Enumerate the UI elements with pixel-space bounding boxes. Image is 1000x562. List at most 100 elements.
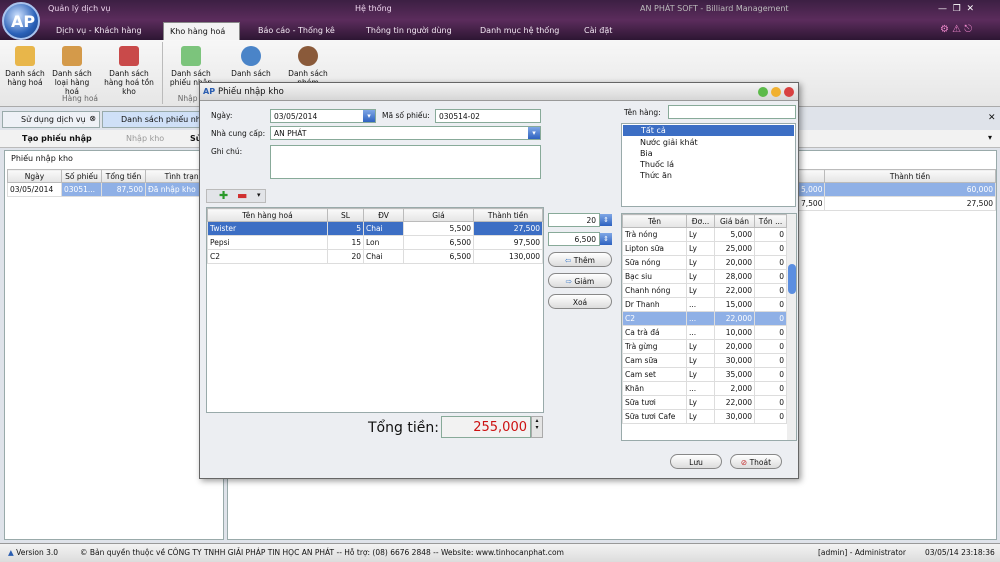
product-row[interactable]: Khăn... 2,000 0 bbox=[622, 381, 787, 396]
qty-spinner-icon[interactable]: ⇕ bbox=[600, 214, 612, 226]
date-dropdown-icon[interactable]: ▾ bbox=[363, 110, 375, 122]
product-row[interactable]: Sữa tươi Cafe Ly 30,000 0 bbox=[622, 409, 787, 424]
col-product[interactable]: Tên hàng hoá bbox=[207, 208, 328, 222]
menu-system[interactable]: Hệ thống bbox=[355, 4, 392, 13]
ribbon-product-type-list[interactable]: Danh sách loại hàng hoá bbox=[47, 44, 97, 96]
col-amount[interactable]: Thành tiền bbox=[824, 169, 996, 183]
product-name-input[interactable] bbox=[668, 105, 796, 119]
table-row[interactable]: C2 20 Chai 6,500 130,000 bbox=[207, 249, 543, 264]
add-button[interactable]: ⇦ Thêm bbox=[548, 252, 612, 267]
total-value: 255,000 bbox=[441, 416, 531, 438]
ribbon-product-list[interactable]: Danh sách hàng hoá bbox=[0, 44, 50, 96]
col-sale-price[interactable]: Giá bán bbox=[714, 214, 755, 228]
app-brand: AN PHÁT SOFT - Billiard Management bbox=[640, 4, 789, 13]
decrease-button[interactable]: ⇨ Giảm bbox=[548, 273, 612, 288]
exit-button[interactable]: ⊘ Thoát bbox=[730, 454, 782, 469]
supplier-select[interactable]: AN PHÁT bbox=[270, 126, 541, 140]
ribbon-stock-list[interactable]: Danh sách hàng hoá tồn kho bbox=[99, 44, 159, 96]
product-list: Tên Đơ... Giá bán Tồn ... Trà nóng Ly 5,000 0 L… bbox=[621, 213, 797, 441]
product-row[interactable]: C2... 22,000 0 bbox=[622, 311, 787, 326]
product-row[interactable]: Ca trà đá... 10,000 0 bbox=[622, 325, 787, 340]
category-item[interactable]: Thuốc lá bbox=[622, 159, 795, 170]
total-spinner-icon[interactable]: ▴ ▾ bbox=[531, 416, 543, 438]
category-item[interactable]: Tất cả bbox=[623, 125, 794, 136]
product-row[interactable]: Cam sữa Ly 30,000 0 bbox=[622, 353, 787, 368]
create-import-button[interactable]: Tạo phiếu nhập bbox=[22, 134, 92, 143]
import-stock-button[interactable]: Nhập kho bbox=[126, 134, 164, 143]
import-list-pane: Phiếu nhập kho Ngày Số phiếu Tổng tiền Tình… bbox=[4, 150, 224, 540]
price-spinner-icon[interactable]: ⇕ bbox=[600, 233, 612, 245]
dialog-titlebar: AP Phiếu nhập kho bbox=[200, 83, 798, 101]
scrollbar-thumb[interactable] bbox=[788, 264, 796, 294]
save-button[interactable]: Lưu bbox=[670, 454, 722, 469]
product-row[interactable]: Dr Thanh... 15,000 0 bbox=[622, 297, 787, 312]
status-bar: ▲ Version 3.0 © Bản quyền thuộc về CÔNG … bbox=[0, 543, 1000, 562]
tab-services[interactable]: Dịch vụ - Khách hàng bbox=[50, 22, 148, 40]
doc-tab-services[interactable]: Sử dụng dịch vụ ⊗ bbox=[2, 111, 100, 128]
dialog-title: Phiếu nhập kho bbox=[218, 87, 284, 97]
dialog-logo-icon: AP bbox=[203, 87, 216, 96]
col-unit[interactable]: ĐV bbox=[363, 208, 404, 222]
product-row[interactable]: Trà nóng Ly 5,000 0 bbox=[622, 227, 787, 242]
tab-categories[interactable]: Danh mục hệ thống bbox=[474, 22, 565, 40]
grid-toolbar: ✚ ▬ ▾ bbox=[206, 189, 266, 203]
product-row[interactable]: Chanh nóng Ly 22,000 0 bbox=[622, 283, 787, 298]
date-field[interactable]: 03/05/2014 bbox=[270, 109, 376, 123]
note-field[interactable] bbox=[270, 145, 541, 179]
product-row[interactable]: Trà gừng Ly 20,000 0 bbox=[622, 339, 787, 354]
tab-user-info[interactable]: Thông tin người dùng bbox=[360, 22, 458, 40]
window-title: Quản lý dịch vụ bbox=[48, 4, 111, 13]
remove-row-icon[interactable]: ▬ bbox=[237, 189, 247, 202]
scrollbar[interactable] bbox=[787, 214, 796, 440]
table-row[interactable]: Twister 5 Chai 5,500 27,500 bbox=[207, 221, 543, 236]
tab-reports[interactable]: Báo cáo - Thống kê bbox=[252, 22, 341, 40]
category-item[interactable]: Nước giải khát bbox=[622, 137, 795, 148]
qty-input[interactable]: 20 bbox=[548, 213, 600, 227]
add-row-icon[interactable]: ✚ bbox=[219, 189, 228, 202]
col-price[interactable]: Giá bbox=[403, 208, 474, 222]
table-row[interactable]: 7,500 27,500 bbox=[798, 196, 996, 211]
users-icon bbox=[298, 46, 318, 66]
chevron-down-icon[interactable]: ▾ bbox=[988, 133, 992, 142]
table-row[interactable]: Pepsi 15 Lon 6,500 97,500 bbox=[207, 235, 543, 250]
app-header: AP Quản lý dịch vụ Hệ thống AN PHÁT SOFT… bbox=[0, 0, 1000, 40]
tab-inventory[interactable]: Kho hàng hoá bbox=[163, 22, 240, 40]
col-unit[interactable]: Đơ... bbox=[686, 214, 715, 228]
boxes-icon bbox=[62, 46, 82, 66]
category-item[interactable]: Bia bbox=[622, 148, 795, 159]
delete-button[interactable]: Xoá bbox=[548, 294, 612, 309]
table-row[interactable]: 5,000 60,000 bbox=[798, 182, 996, 197]
col-qty[interactable]: SL bbox=[327, 208, 364, 222]
window-controls[interactable]: — ❐ ✕ bbox=[938, 4, 974, 14]
product-row[interactable]: Cam set Ly 35,000 0 bbox=[622, 367, 787, 382]
price-input[interactable]: 6,500 bbox=[548, 232, 600, 246]
col-name[interactable]: Tên bbox=[622, 214, 687, 228]
total-label: Tổng tiền: bbox=[368, 420, 439, 436]
col-receipt[interactable]: Số phiếu bbox=[61, 169, 102, 183]
table-row[interactable]: 03/05/2014 03051... 87,500 Đã nhập kho bbox=[7, 182, 223, 197]
category-item[interactable]: Thức ăn bbox=[622, 170, 795, 181]
close-icon[interactable] bbox=[784, 87, 794, 97]
product-row[interactable]: Sữa tươi Ly 22,000 0 bbox=[622, 395, 787, 410]
receipt-field[interactable]: 030514-02 bbox=[435, 109, 541, 123]
divider bbox=[162, 42, 163, 104]
maximize-icon[interactable] bbox=[771, 87, 781, 97]
col-stock[interactable]: Tồn ... bbox=[754, 214, 787, 228]
product-row[interactable]: Bạc siu Ly 28,000 0 bbox=[622, 269, 787, 284]
product-row[interactable]: Lipton sữa Ly 25,000 0 bbox=[622, 241, 787, 256]
close-doc-icon[interactable]: ✕ bbox=[988, 113, 996, 123]
col-line-total[interactable]: Thành tiền bbox=[473, 208, 543, 222]
col-total[interactable]: Tổng tiền bbox=[101, 169, 146, 183]
chevron-down-icon[interactable]: ▾ bbox=[257, 191, 261, 199]
store-icon bbox=[119, 46, 139, 66]
supplier-label: Nhà cung cấp: bbox=[211, 129, 266, 138]
supplier-dropdown-icon[interactable]: ▾ bbox=[528, 127, 540, 139]
minimize-icon[interactable] bbox=[758, 87, 768, 97]
import-list-table: Ngày Số phiếu Tổng tiền Tình trạng 03/05/20… bbox=[7, 169, 223, 197]
tab-settings[interactable]: Cài đặt bbox=[578, 22, 618, 40]
doc-tab-import-list[interactable]: Danh sách phiếu nhập bbox=[102, 111, 211, 128]
header-icons[interactable]: ⚙ ⚠ ⎋ bbox=[940, 24, 972, 35]
col-date[interactable]: Ngày bbox=[7, 169, 62, 183]
product-row[interactable]: Sữa nóng Ly 20,000 0 bbox=[622, 255, 787, 270]
import-dialog: AP Phiếu nhập kho Ngày: 03/05/2014 ▾ Mã … bbox=[199, 82, 799, 479]
